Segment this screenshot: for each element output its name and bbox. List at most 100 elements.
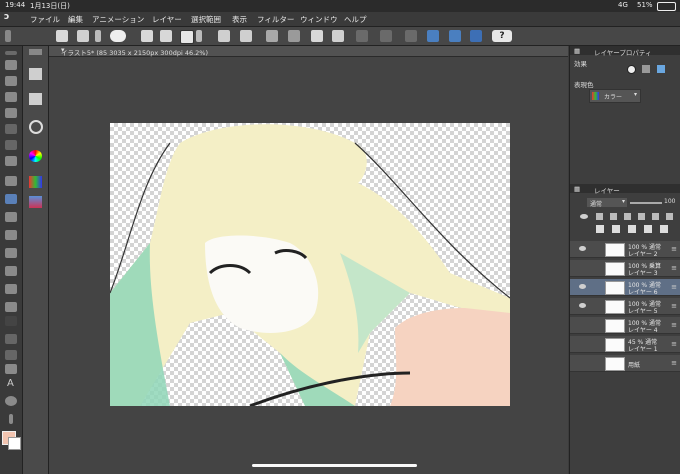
new-raster-layer-icon[interactable] <box>596 225 604 233</box>
tone-effect-icon[interactable] <box>642 65 650 73</box>
app-logo-icon[interactable]: ɔ <box>4 12 9 22</box>
balloon-tool-icon[interactable] <box>5 396 17 406</box>
blend-mode-select[interactable]: 通常 ▾ <box>587 198 627 208</box>
ruler-link-icon[interactable] <box>666 213 673 220</box>
menu-animation[interactable]: アニメーション <box>92 14 144 25</box>
new-folder-icon[interactable] <box>628 225 636 233</box>
spinner-icon[interactable] <box>266 30 278 42</box>
eyedropper-tool-icon[interactable] <box>5 156 17 166</box>
disabled-tool-2-icon[interactable] <box>380 30 392 42</box>
color-set-icon[interactable] <box>29 176 42 188</box>
clip-icon[interactable] <box>610 213 617 220</box>
palette-header-icon[interactable] <box>5 51 17 55</box>
eye-icon[interactable] <box>579 303 586 308</box>
collapse-handle-icon[interactable] <box>5 30 11 42</box>
stepper-icon[interactable] <box>95 30 101 42</box>
figure-tool-icon[interactable] <box>5 334 17 344</box>
layer-menu-icon[interactable]: ≡ <box>671 340 677 348</box>
expression-color-select[interactable]: カラー ▾ <box>589 89 641 103</box>
menu-help[interactable]: ヘルプ <box>344 14 367 25</box>
zoom-tool-icon[interactable] <box>5 60 17 70</box>
layer-property-header[interactable]: ▦ レイヤープロパティ <box>570 46 680 57</box>
document-close-icon[interactable]: ▾ <box>61 46 562 54</box>
eye-icon[interactable] <box>579 284 586 289</box>
drawing-canvas[interactable] <box>110 123 510 406</box>
menu-view[interactable]: 表示 <box>232 14 247 25</box>
open-folder-icon[interactable] <box>160 30 172 42</box>
layer-row[interactable]: 100 % 通常 レイヤー 2 ≡ <box>570 241 680 258</box>
selection-tool-icon[interactable] <box>5 140 17 150</box>
layer-panel-tab-icon[interactable]: ▦ <box>574 185 580 193</box>
magnifier-tool-icon[interactable] <box>5 92 17 102</box>
sub-color-swatch[interactable] <box>8 437 21 450</box>
menu-window[interactable]: ウィンドウ <box>300 14 338 25</box>
border-effect-icon[interactable] <box>627 65 636 74</box>
layer-row[interactable]: 45 % 通常 レイヤー 1 ≡ <box>570 336 680 353</box>
grid-menu-icon[interactable] <box>56 30 68 42</box>
gradient-tool-icon[interactable] <box>5 316 17 326</box>
layer-color-effect-icon[interactable] <box>657 65 665 73</box>
layer-panel-header[interactable]: ▦ レイヤー <box>570 184 680 195</box>
eraser-clear-icon[interactable] <box>311 30 323 42</box>
move-view-icon[interactable] <box>29 93 42 105</box>
layer-menu-icon[interactable]: ≡ <box>671 359 677 367</box>
opacity-slider[interactable] <box>630 202 662 204</box>
save-stepper-icon[interactable] <box>196 30 202 42</box>
pencil-tool-icon[interactable] <box>5 194 17 204</box>
layer-row[interactable]: 用紙 ≡ <box>570 355 680 372</box>
line-correction-tool-icon[interactable] <box>9 414 13 424</box>
color-wheel-icon[interactable] <box>29 150 42 162</box>
document-tab[interactable]: イラスト5* (85 3035 x 2150px 300dpi 46.2%) ▾ <box>49 46 568 57</box>
blend-tool-icon[interactable] <box>5 284 17 294</box>
rotate-view-icon[interactable] <box>29 68 42 80</box>
new-vector-layer-icon[interactable] <box>612 225 620 233</box>
subtool-header-icon[interactable] <box>29 49 42 55</box>
reference-icon[interactable] <box>624 213 631 220</box>
save-icon[interactable] <box>180 30 194 44</box>
frame-tool-icon[interactable] <box>5 350 17 360</box>
menu-selection[interactable]: 選択範囲 <box>191 14 221 25</box>
panel-tab-icon[interactable]: ▦ <box>574 47 580 55</box>
eraser-tool-icon[interactable] <box>5 266 17 276</box>
transform-icon[interactable] <box>288 30 300 42</box>
layer-menu-icon[interactable]: ≡ <box>671 264 677 272</box>
airbrush-tool-icon[interactable] <box>5 230 17 240</box>
eye-icon[interactable] <box>579 246 586 251</box>
layer-menu-icon[interactable]: ≡ <box>671 321 677 329</box>
fill-tool-icon[interactable] <box>5 302 17 312</box>
new-canvas-icon[interactable] <box>77 30 89 42</box>
menu-file[interactable]: ファイル <box>30 14 60 25</box>
layer-menu-icon[interactable]: ≡ <box>671 283 677 291</box>
disabled-tool-3-icon[interactable] <box>405 30 417 42</box>
layer-row[interactable]: 100 % 通常 レイヤー 5 ≡ <box>570 298 680 315</box>
menu-filter[interactable]: フィルター <box>257 14 294 25</box>
brush-tool-icon[interactable] <box>5 212 17 222</box>
mask-icon[interactable] <box>652 213 659 220</box>
lock-icon[interactable] <box>596 213 603 220</box>
fill-bucket-icon[interactable] <box>332 30 344 42</box>
layer-row[interactable]: 100 % 通常 レイヤー 4 ≡ <box>570 317 680 334</box>
help-icon[interactable]: ? <box>492 30 512 42</box>
ruler-snap-icon[interactable] <box>427 30 439 42</box>
home-indicator[interactable] <box>252 464 417 467</box>
redo-icon[interactable] <box>240 30 252 42</box>
merge-down-icon[interactable] <box>644 225 652 233</box>
operation-tool-icon[interactable] <box>5 124 17 134</box>
zoom-view-icon[interactable] <box>29 120 43 134</box>
decoration-tool-icon[interactable] <box>5 248 17 258</box>
menu-edit[interactable]: 編集 <box>68 14 83 25</box>
disabled-tool-icon[interactable] <box>356 30 368 42</box>
layer-menu-icon[interactable]: ≡ <box>671 302 677 310</box>
new-file-icon[interactable] <box>141 30 153 42</box>
layer-row[interactable]: 100 % 通常 レイヤー 6 ≡ <box>570 279 680 296</box>
swirl-icon[interactable] <box>110 30 126 42</box>
color-history-icon[interactable] <box>29 196 42 208</box>
perspective-snap-icon[interactable] <box>449 30 461 42</box>
pen-tool-icon[interactable] <box>5 176 17 186</box>
hand-tool-icon[interactable] <box>5 76 17 86</box>
menu-layer[interactable]: レイヤー <box>152 14 182 25</box>
undo-icon[interactable] <box>218 30 230 42</box>
layer-row[interactable]: 100 % 乗算 レイヤー 3 ≡ <box>570 260 680 277</box>
visibility-toggle-icon[interactable] <box>580 214 588 219</box>
ruler-tool-icon[interactable] <box>5 364 17 374</box>
